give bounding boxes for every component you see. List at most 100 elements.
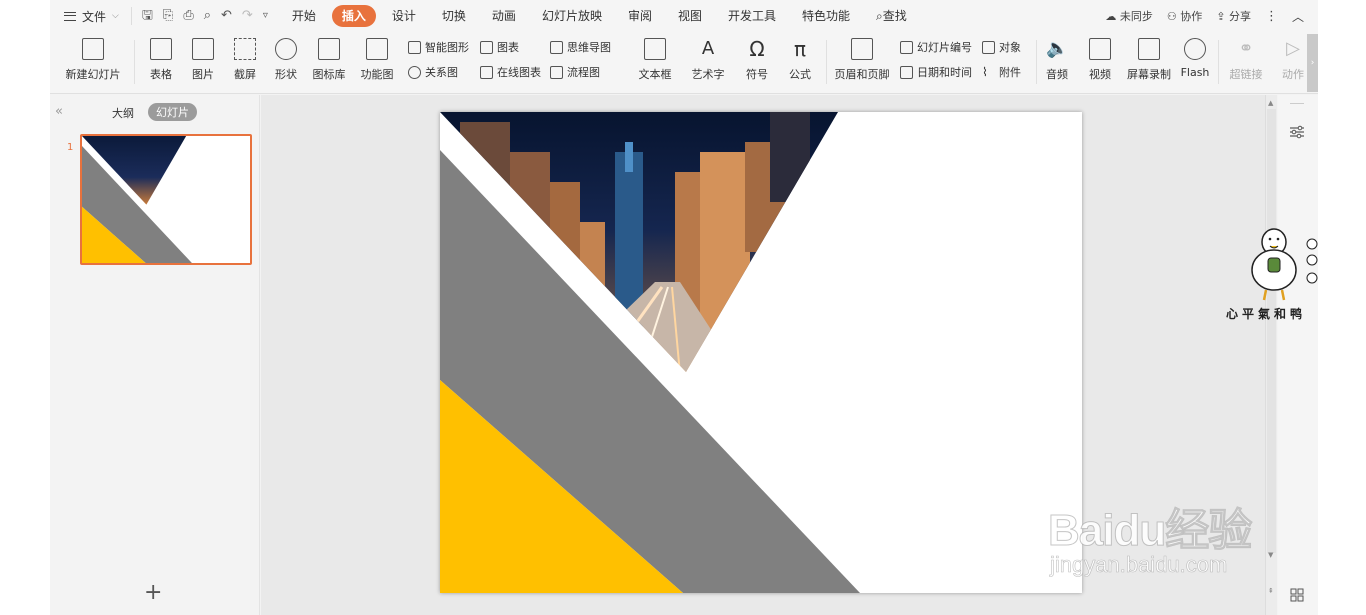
flow-chart-button[interactable]: 流程图 [550,63,600,81]
symbol-button[interactable]: Ω 符号 [740,36,774,88]
hyperlink-button[interactable]: ⚭ 超链接 [1224,36,1268,88]
relation-chart-icon [408,65,421,79]
mind-map-label: 思维导图 [567,41,611,54]
sync-button[interactable]: ☁ 未同步 [1105,8,1153,24]
search-label: 查找 [882,9,907,23]
object-button[interactable]: 对象 [982,38,1021,56]
new-slide-button[interactable]: 新建幻灯片 [60,36,126,88]
tab-slides[interactable]: 幻灯片 [148,103,197,121]
video-label: 视频 [1089,68,1111,81]
ribbon-divider [1218,40,1219,84]
tab-developer[interactable]: 开发工具 [718,5,786,27]
paperclip-icon: ⌇ [982,64,988,79]
collapse-ribbon-icon[interactable]: ︿ [1292,8,1304,25]
collapse-panel-icon[interactable]: « [55,104,63,119]
customize-icon[interactable]: ▿ [263,7,268,25]
function-chart-button[interactable]: 功能图 [355,36,399,88]
tab-transitions[interactable]: 切换 [432,5,476,27]
video-icon [1089,38,1111,60]
search-button[interactable]: ⌕查找 [866,5,917,27]
hamburger-icon [64,11,76,21]
mind-map-button[interactable]: 思维导图 [550,38,611,56]
tab-design[interactable]: 设计 [382,5,426,27]
smart-art-button[interactable]: 智能图形 [408,38,469,56]
chart-icon [480,40,493,54]
format-painter-icon[interactable]: ⎘ [163,7,173,25]
relation-chart-button[interactable]: 关系图 [408,63,458,81]
menu-right-group: ☁ 未同步 ⚇ 协作 ⇪ 分享 ⋮ ︿ [1105,8,1318,25]
tab-home[interactable]: 开始 [282,5,326,27]
print-preview-icon[interactable]: ⌕ [204,7,211,25]
shape-icon [275,38,297,60]
slide-thumbnail[interactable] [80,134,252,265]
slide-number-button[interactable]: 幻灯片编号 [900,38,972,56]
add-slide-button[interactable]: + [144,582,162,604]
save-icon[interactable]: 🖫 [142,7,153,25]
scroll-down-icon[interactable]: ▼ [1268,551,1273,559]
ribbon-scroll-right[interactable]: › [1307,34,1318,92]
header-footer-icon [851,38,873,60]
wordart-button[interactable]: A 艺术字 [686,36,730,88]
action-label: 动作 [1282,68,1304,81]
action-button[interactable]: ▷ 动作 [1276,36,1310,88]
table-icon [150,38,172,60]
tab-special-features[interactable]: 特色功能 [792,5,860,27]
slides-panel: « 大纲 幻灯片 1 + [50,95,260,615]
print-icon[interactable]: ⎙ [183,7,193,25]
scrollbar-thumb[interactable] [1267,109,1276,553]
settings-sliders-icon[interactable] [1289,125,1305,139]
menu-bar: 文件 ⌵ 🖫 ⎘ ⎙ ⌕ ↶ ↷ ▿ 开始 插入 设计 切换 动画 幻灯片放映 … [50,0,1318,32]
undo-icon[interactable]: ↶ [221,7,232,25]
icon-library-button[interactable]: 图标库 [311,36,347,88]
shape-button[interactable]: 形状 [269,36,303,88]
picture-button[interactable]: 图片 [186,36,220,88]
tab-insert[interactable]: 插入 [331,5,376,27]
chart-button[interactable]: 图表 [480,38,519,56]
icon-library-icon [318,38,340,60]
file-menu-label: 文件 [82,9,107,24]
formula-button[interactable]: π 公式 [783,36,817,88]
screen-record-icon [1138,38,1160,60]
online-chart-button[interactable]: 在线图表 [480,63,541,81]
collab-button[interactable]: ⚇ 协作 [1167,8,1202,24]
tab-view[interactable]: 视图 [668,5,712,27]
pane-grip [1290,103,1304,104]
flash-button[interactable]: Flash [1178,36,1212,88]
slide-number: 1 [67,142,74,153]
grid-view-icon[interactable] [1290,588,1304,602]
function-chart-label: 功能图 [360,68,394,81]
slide-1[interactable] [440,112,1082,593]
speaker-icon: 🔈 [1046,38,1069,59]
screenshot-button[interactable]: 截屏 [228,36,262,88]
slide-number-icon [900,40,913,54]
tab-outline[interactable]: 大纲 [112,105,134,121]
object-label: 对象 [999,41,1021,54]
share-button[interactable]: ⇪ 分享 [1216,8,1251,24]
slide-number-label: 幻灯片编号 [917,41,972,54]
vertical-scrollbar[interactable]: ▲ ▼ ⇞ [1265,95,1277,615]
wps-presentation-window: 文件 ⌵ 🖫 ⎘ ⎙ ⌕ ↶ ↷ ▿ 开始 插入 设计 切换 动画 幻灯片放映 … [50,0,1318,615]
redo-icon[interactable]: ↷ [242,7,253,25]
datetime-button[interactable]: 日期和时间 [900,63,972,81]
shape-label: 形状 [275,68,297,81]
function-chart-icon [366,38,388,60]
object-icon [982,40,995,54]
tab-review[interactable]: 审阅 [618,5,662,27]
video-button[interactable]: 视频 [1083,36,1117,88]
table-button[interactable]: 表格 [144,36,178,88]
chevron-down-icon: ⌵ [112,11,119,21]
scroll-up-icon[interactable]: ▲ [1268,99,1273,107]
cloud-icon: ☁ [1105,10,1117,23]
ribbon-divider [134,40,135,84]
screen-record-button[interactable]: 屏幕录制 [1125,36,1173,88]
tab-animations[interactable]: 动画 [482,5,526,27]
header-footer-button[interactable]: 页眉和页脚 [834,36,890,88]
new-slide-icon [82,38,104,60]
audio-button[interactable]: 🔈 音频 [1040,36,1074,88]
textbox-button[interactable]: 文本框 [633,36,677,88]
prev-page-icon[interactable]: ⇞ [1268,587,1274,595]
tab-slideshow[interactable]: 幻灯片放映 [532,5,612,27]
more-icon[interactable]: ⋮ [1265,9,1278,24]
attachment-button[interactable]: ⌇ 附件 [982,63,1021,81]
file-menu[interactable]: 文件 ⌵ [50,0,119,32]
